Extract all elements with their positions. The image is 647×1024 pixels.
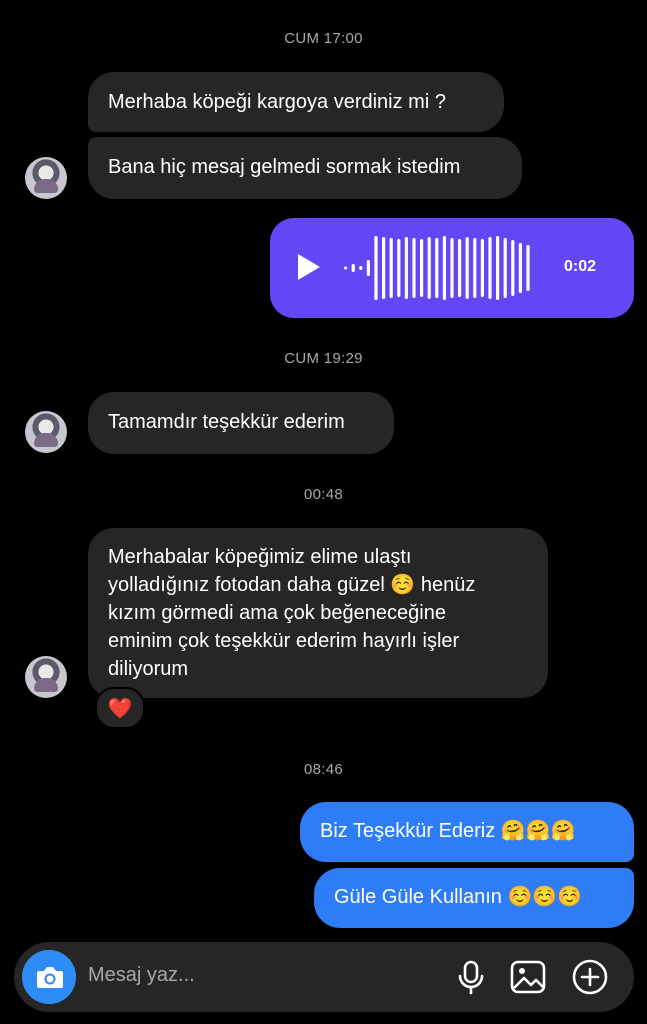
- voice-duration: 0:02: [564, 258, 597, 275]
- timestamp: 08:46: [303, 761, 344, 778]
- waveform-bar: [450, 238, 454, 298]
- waveform-bar: [404, 237, 408, 299]
- camera-button[interactable]: [22, 950, 76, 1004]
- avatar[interactable]: [25, 411, 67, 453]
- waveform-bar: [374, 236, 378, 300]
- waveform-bar: [465, 237, 469, 299]
- waveform-bar: [518, 243, 522, 293]
- outgoing-message[interactable]: Güle Güle Kullanın ☺️☺️☺️: [314, 868, 634, 928]
- voice-message[interactable]: 0:02: [270, 218, 634, 318]
- avatar[interactable]: [25, 157, 67, 199]
- outgoing-message[interactable]: Biz Teşekkür Ederiz 🤗🤗🤗: [300, 802, 634, 862]
- waveform-bar: [496, 236, 500, 300]
- timestamp: CUM 17:00: [284, 30, 363, 47]
- avatar[interactable]: [25, 656, 67, 698]
- message-line: Merhabalar köpeğimiz elime ulaştı: [108, 546, 412, 568]
- waveform-bar: [359, 266, 363, 270]
- message-composer: Mesaj yaz...: [14, 942, 634, 1012]
- waveform-bar: [397, 239, 401, 297]
- camera-icon: [37, 967, 63, 988]
- play-icon[interactable]: [298, 254, 320, 280]
- waveform-bar: [420, 239, 424, 297]
- incoming-message[interactable]: Bana hiç mesaj gelmedi sormak istedim: [88, 137, 522, 199]
- message-line: diliyorum: [108, 658, 189, 680]
- heart-reaction[interactable]: ❤️: [95, 687, 145, 729]
- waveform: [344, 236, 530, 300]
- incoming-message[interactable]: Merhaba köpeği kargoya verdiniz mi ?: [88, 72, 504, 132]
- waveform-bar: [389, 238, 393, 298]
- waveform-bar: [344, 266, 348, 270]
- heart-icon: ❤️: [107, 697, 133, 720]
- timestamp: CUM 19:29: [284, 350, 363, 367]
- waveform-bar: [458, 239, 462, 297]
- add-circle-icon[interactable]: [571, 958, 609, 996]
- waveform-bar: [382, 237, 386, 299]
- waveform-bar: [473, 238, 477, 298]
- waveform-bar: [480, 239, 484, 297]
- waveform-bar: [351, 264, 355, 272]
- gallery-icon[interactable]: [509, 958, 547, 996]
- waveform-bar: [488, 237, 492, 299]
- message-line: kızım görmedi ama çok beğeneceğine: [108, 602, 446, 624]
- waveform-bar: [503, 238, 507, 298]
- waveform-bar: [427, 237, 431, 299]
- incoming-message[interactable]: Tamamdır teşekkür ederim: [88, 392, 394, 454]
- waveform-bar: [442, 236, 446, 300]
- timestamp: 00:48: [303, 486, 344, 503]
- waveform-bar: [435, 238, 439, 298]
- microphone-icon[interactable]: [452, 958, 490, 996]
- message-input[interactable]: Mesaj yaz...: [88, 964, 195, 987]
- waveform-bar: [526, 245, 530, 291]
- message-line: eminim çok teşekkür ederim hayırlı işler: [108, 630, 460, 652]
- waveform-bar: [511, 240, 515, 296]
- message-line: yolladığınız fotodan daha güzel ☺️ henüz: [108, 574, 476, 596]
- waveform-bar: [366, 260, 370, 276]
- waveform-bar: [412, 238, 416, 298]
- incoming-message[interactable]: Merhabalar köpeğimiz elime ulaştı yollad…: [88, 528, 548, 698]
